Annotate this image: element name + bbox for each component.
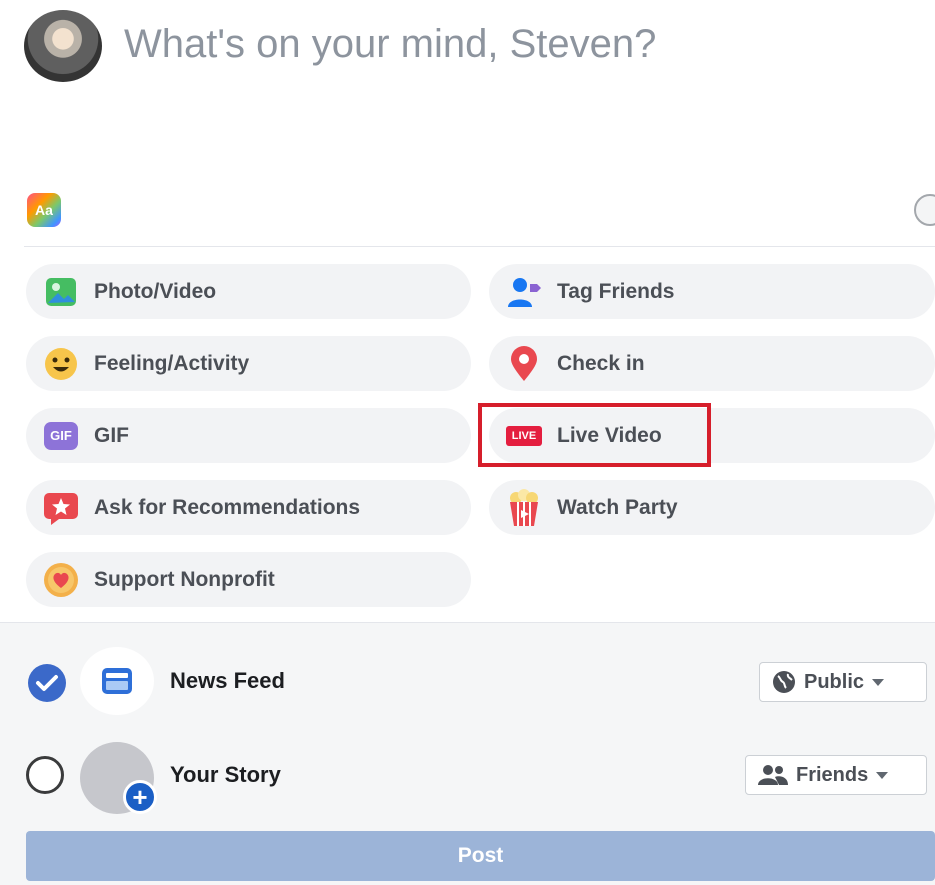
user-avatar[interactable] xyxy=(24,10,102,82)
news-feed-icon xyxy=(80,647,154,715)
news-feed-label: News Feed xyxy=(170,668,285,693)
privacy-label: Public xyxy=(804,670,865,693)
recommendations-icon xyxy=(42,489,80,527)
friends-icon xyxy=(758,765,788,785)
privacy-label: Friends xyxy=(796,763,869,786)
option-support-nonprofit[interactable]: Support Nonprofit xyxy=(26,552,471,607)
chevron-down-icon xyxy=(872,678,885,686)
option-feeling-activity[interactable]: Feeling/Activity xyxy=(26,336,471,391)
option-live-video[interactable]: LIVE Live Video xyxy=(489,408,935,463)
live-video-icon-text: LIVE xyxy=(506,425,542,446)
option-check-in[interactable]: Check in xyxy=(489,336,935,391)
live-video-icon: LIVE xyxy=(505,417,543,455)
option-label: Photo/Video xyxy=(94,279,217,303)
text-format-icon-text: Aa xyxy=(35,202,53,218)
option-ask-for-recommendations[interactable]: Ask for Recommendations xyxy=(26,480,471,535)
option-label: Ask for Recommendations xyxy=(94,495,361,519)
option-tag-friends[interactable]: Tag Friends xyxy=(489,264,935,319)
feeling-icon xyxy=(42,345,80,383)
chevron-down-icon xyxy=(876,771,889,779)
option-label: Watch Party xyxy=(557,495,678,519)
location-pin-icon xyxy=(505,345,543,383)
news-feed-privacy-dropdown[interactable]: Public xyxy=(759,662,927,702)
globe-icon xyxy=(773,671,795,693)
nonprofit-icon xyxy=(42,561,80,599)
your-story-privacy-dropdown[interactable]: Friends xyxy=(745,755,927,795)
gif-icon-text: GIF xyxy=(44,421,78,450)
checkmark-icon xyxy=(36,675,58,691)
gif-icon: GIF xyxy=(42,417,80,455)
news-feed-checkbox[interactable] xyxy=(28,664,66,702)
divider xyxy=(24,246,935,247)
option-photo-video[interactable]: Photo/Video xyxy=(26,264,471,319)
option-label: Live Video xyxy=(557,423,662,447)
option-label: GIF xyxy=(94,423,129,447)
post-composer-input[interactable]: What's on your mind, Steven? xyxy=(124,22,656,67)
option-label: Support Nonprofit xyxy=(94,567,275,591)
option-label: Check in xyxy=(557,351,645,375)
option-label: Tag Friends xyxy=(557,279,675,303)
watch-party-icon xyxy=(505,488,543,527)
your-story-label: Your Story xyxy=(170,762,281,787)
option-watch-party[interactable]: Watch Party xyxy=(489,480,935,535)
plus-icon: + xyxy=(123,780,157,814)
option-gif[interactable]: GIF GIF xyxy=(26,408,471,463)
post-button[interactable]: Post xyxy=(26,831,935,881)
text-format-icon[interactable]: Aa xyxy=(27,193,61,227)
emoji-icon[interactable] xyxy=(914,194,935,226)
tag-friends-icon xyxy=(505,273,543,311)
photo-icon xyxy=(42,273,80,311)
your-story-checkbox[interactable] xyxy=(26,756,64,794)
option-label: Feeling/Activity xyxy=(94,351,250,375)
